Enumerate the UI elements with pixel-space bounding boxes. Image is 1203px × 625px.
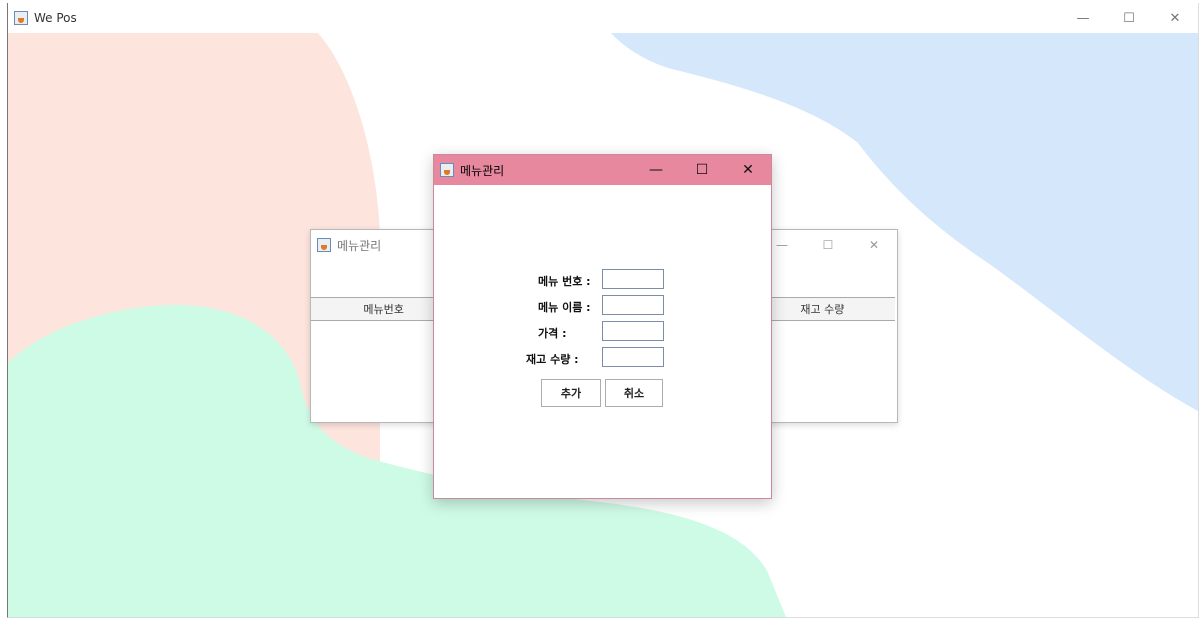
front-dialog-title: 메뉴관리 bbox=[460, 163, 505, 178]
front-close-button[interactable]: ✕ bbox=[725, 155, 771, 185]
front-dialog-titlebar[interactable]: 메뉴관리 — ☐ ✕ bbox=[434, 155, 771, 185]
minimize-button[interactable]: — bbox=[1060, 3, 1106, 33]
java-app-icon bbox=[440, 163, 454, 177]
java-app-icon bbox=[14, 11, 28, 25]
menu-number-input[interactable] bbox=[602, 269, 664, 289]
price-input[interactable] bbox=[602, 321, 664, 341]
window-controls: — ☐ ✕ bbox=[1060, 3, 1198, 33]
back-close-button[interactable]: ✕ bbox=[851, 230, 897, 260]
maximize-button[interactable]: ☐ bbox=[1106, 3, 1152, 33]
menu-name-input[interactable] bbox=[602, 295, 664, 315]
cancel-button[interactable]: 취소 bbox=[605, 379, 663, 407]
price-label: 가격 : bbox=[538, 327, 567, 340]
java-app-icon bbox=[317, 238, 331, 252]
front-dialog-controls: — ☐ ✕ bbox=[633, 155, 771, 185]
stock-input[interactable] bbox=[602, 347, 664, 367]
window-title: We Pos bbox=[34, 11, 77, 25]
back-dialog-controls: — ☐ ✕ bbox=[759, 230, 897, 260]
menu-add-dialog: 메뉴관리 — ☐ ✕ 메뉴 번호 : 메뉴 이름 : 가격 : 재고 수량 : … bbox=[433, 154, 772, 499]
front-maximize-button[interactable]: ☐ bbox=[679, 155, 725, 185]
form-row-stock: 재고 수량 : bbox=[434, 347, 771, 369]
menu-number-label: 메뉴 번호 : bbox=[538, 275, 591, 288]
form-row-price: 가격 : bbox=[434, 321, 771, 343]
close-button[interactable]: ✕ bbox=[1152, 3, 1198, 33]
main-titlebar[interactable]: We Pos — ☐ ✕ bbox=[8, 3, 1198, 33]
menu-name-label: 메뉴 이름 : bbox=[538, 301, 591, 314]
back-dialog-title: 메뉴관리 bbox=[337, 238, 382, 253]
back-maximize-button[interactable]: ☐ bbox=[805, 230, 851, 260]
front-minimize-button[interactable]: — bbox=[633, 155, 679, 185]
form-row-menu-name: 메뉴 이름 : bbox=[434, 295, 771, 317]
add-button[interactable]: 추가 bbox=[541, 379, 601, 407]
stock-label: 재고 수량 : bbox=[526, 353, 579, 366]
form-row-menu-number: 메뉴 번호 : bbox=[434, 269, 771, 291]
